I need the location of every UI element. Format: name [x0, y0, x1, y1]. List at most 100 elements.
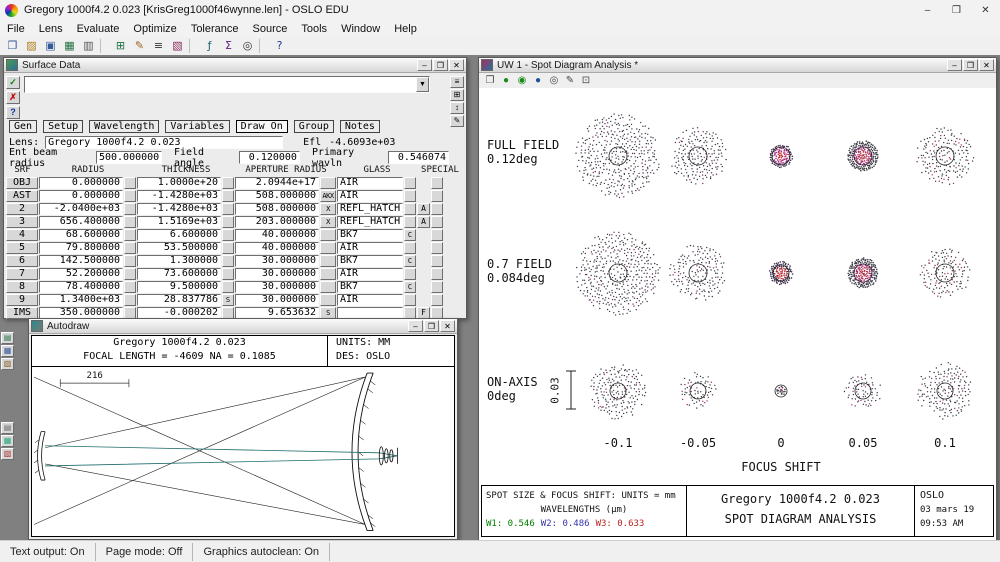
maximize-button[interactable]: ❒	[424, 320, 439, 332]
special-flag-button[interactable]: A	[417, 216, 430, 228]
annotate-icon[interactable]: ✎	[562, 74, 578, 88]
thickness-flag-button[interactable]	[222, 268, 234, 280]
surface-row-button[interactable]: OBJ	[6, 177, 38, 189]
minimize-button[interactable]: –	[408, 320, 423, 332]
radius-cell[interactable]: 78.400000	[39, 281, 123, 293]
tab-gen[interactable]: Gen	[9, 120, 38, 133]
aperture-cell[interactable]: 508.000000	[235, 190, 319, 202]
text-output-icon[interactable]: ≡	[149, 38, 168, 54]
thickness-flag-button[interactable]	[222, 203, 234, 215]
aperture-flag-button[interactable]: X	[320, 203, 336, 215]
glass-cell[interactable]: AIR	[337, 294, 403, 306]
menu-source[interactable]: Source	[246, 22, 295, 36]
print-icon[interactable]: ▥	[79, 38, 98, 54]
thickness-cell[interactable]: 53.500000	[137, 242, 221, 254]
minimize-button[interactable]: –	[417, 59, 432, 71]
radius-cell[interactable]: 656.400000	[39, 216, 123, 228]
glass-flag-button[interactable]	[404, 216, 416, 228]
help-icon[interactable]: ?	[6, 106, 20, 119]
close-button[interactable]: ✕	[971, 0, 1000, 20]
aperture-flag-button[interactable]: X	[320, 216, 336, 228]
menu-lens[interactable]: Lens	[32, 22, 70, 36]
glass-cell[interactable]: BK7	[337, 281, 403, 293]
zoom-icon[interactable]: ◎	[546, 74, 562, 88]
glass-cell[interactable]: REFL_HATCH	[337, 216, 403, 228]
lens-catalog-icon[interactable]: ▦	[60, 38, 79, 54]
glass-cell[interactable]: BK7	[337, 229, 403, 241]
docked-sheet-window-icon[interactable]: ▧	[1, 358, 14, 370]
tab-notes[interactable]: Notes	[339, 120, 380, 133]
info-value-2[interactable]: 0.120000	[238, 151, 300, 164]
radius-options-button[interactable]	[124, 255, 136, 267]
row-options-button[interactable]	[431, 255, 443, 267]
aperture-cell[interactable]: 40.000000	[235, 229, 319, 241]
radius-cell[interactable]: 142.500000	[39, 255, 123, 267]
thickness-cell[interactable]: 28.837786	[137, 294, 221, 306]
docked-window-icon-c[interactable]: ▧	[1, 448, 14, 460]
menu-optimize[interactable]: Optimize	[126, 22, 183, 36]
slider-wheel-icon[interactable]: ◎	[238, 38, 257, 54]
thickness-cell[interactable]: 1.5169e+03	[137, 216, 221, 228]
radius-options-button[interactable]	[124, 281, 136, 293]
glass-flag-button[interactable]: C	[404, 229, 416, 241]
aperture-flag-button[interactable]	[320, 242, 336, 254]
menu-window[interactable]: Window	[334, 22, 387, 36]
glass-flag-button[interactable]: C	[404, 255, 416, 267]
thickness-flag-button[interactable]	[222, 229, 234, 241]
maximize-button[interactable]: ❒	[963, 59, 978, 71]
surface-row-button[interactable]: 8	[6, 281, 38, 293]
tab-draw-on[interactable]: Draw On	[235, 120, 288, 133]
optimize-icon[interactable]: Σ	[219, 38, 238, 54]
aperture-cell[interactable]: 2.0944e+17	[235, 177, 319, 189]
radius-options-button[interactable]	[124, 229, 136, 241]
glass-flag-button[interactable]	[404, 268, 416, 280]
glass-cell[interactable]: REFL_HATCH	[337, 203, 403, 215]
thickness-flag-button[interactable]	[222, 281, 234, 293]
tab-variables[interactable]: Variables	[165, 120, 230, 133]
radius-options-button[interactable]	[124, 216, 136, 228]
radius-cell[interactable]: 0.000000	[39, 177, 123, 189]
info-value-3[interactable]: 0.546074	[387, 151, 449, 164]
sheet-tool-insert-icon[interactable]: ⊞	[450, 89, 464, 101]
menu-tolerance[interactable]: Tolerance	[184, 22, 246, 36]
row-options-button[interactable]	[431, 281, 443, 293]
glass-cell[interactable]: AIR	[337, 268, 403, 280]
glass-cell[interactable]: BK7	[337, 255, 403, 267]
aperture-flag-button[interactable]	[320, 294, 336, 306]
surface-row-button[interactable]: 9	[6, 294, 38, 306]
aperture-cell[interactable]: 30.000000	[235, 281, 319, 293]
sheet-tool-rows-icon[interactable]: ≡	[450, 76, 464, 88]
glass-cell[interactable]: AIR	[337, 190, 403, 202]
menu-file[interactable]: File	[0, 22, 32, 36]
radius-options-button[interactable]	[124, 242, 136, 254]
close-button[interactable]: ✕	[449, 59, 464, 71]
thickness-flag-button[interactable]: S	[222, 294, 234, 306]
aperture-flag-button[interactable]	[320, 255, 336, 267]
aperture-flag-button[interactable]	[320, 268, 336, 280]
tab-wavelength[interactable]: Wavelength	[89, 120, 160, 133]
open-lens-icon[interactable]: ▨	[22, 38, 41, 54]
graphics-window-icon[interactable]: ▧	[168, 38, 187, 54]
radius-cell[interactable]: 52.200000	[39, 268, 123, 280]
autodraw-icon[interactable]: ✎	[130, 38, 149, 54]
plot-setup-icon[interactable]: ●	[530, 74, 546, 88]
aperture-flag-button[interactable]: AKX	[320, 190, 336, 202]
thickness-flag-button[interactable]	[222, 242, 234, 254]
sheet-tool-edit-icon[interactable]: ✎	[450, 115, 464, 127]
close-button[interactable]: ✕	[979, 59, 994, 71]
glass-flag-button[interactable]	[404, 190, 416, 202]
thickness-flag-button[interactable]	[222, 177, 234, 189]
info-value-1[interactable]: 500.000000	[95, 151, 162, 164]
maximize-button[interactable]: ❒	[942, 0, 971, 20]
revert-icon[interactable]: ✗	[6, 91, 20, 104]
thickness-flag-button[interactable]	[222, 190, 234, 202]
spot-diagram-titlebar[interactable]: UW 1 - Spot Diagram Analysis * – ❒ ✕	[479, 58, 996, 73]
glass-flag-button[interactable]	[404, 242, 416, 254]
thickness-cell[interactable]: -1.4280e+03	[137, 190, 221, 202]
surface-row-button[interactable]: 5	[6, 242, 38, 254]
apply-icon[interactable]: ✓	[6, 76, 20, 89]
aperture-cell[interactable]: 30.000000	[235, 294, 319, 306]
radius-cell[interactable]: 0.000000	[39, 190, 123, 202]
thickness-flag-button[interactable]	[222, 216, 234, 228]
tab-group[interactable]: Group	[293, 120, 334, 133]
